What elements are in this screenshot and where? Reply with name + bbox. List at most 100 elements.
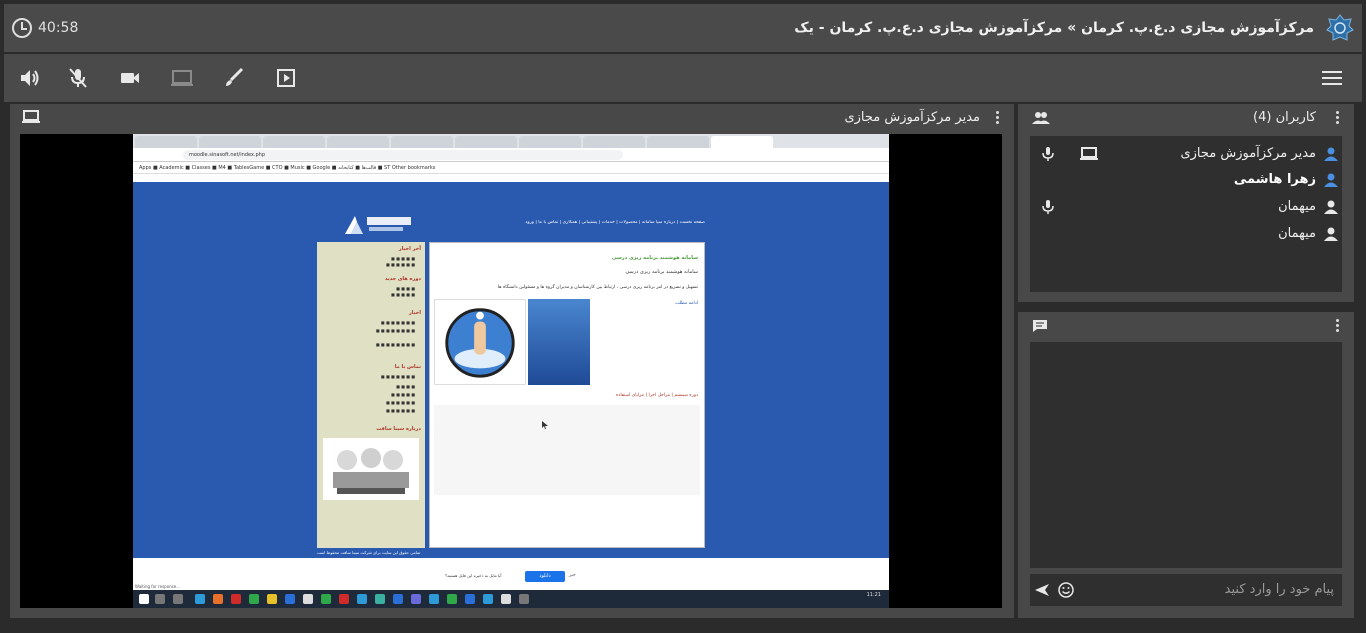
sidebar-heading: اخبار bbox=[408, 310, 421, 316]
top-bar: 40:58 مرکزآموزش مجازی د.ع.پ. کرمان » مرک… bbox=[4, 4, 1362, 52]
user-name: مدیر مرکزآموزش مجازی bbox=[1180, 146, 1316, 161]
users-panel: کاربران (4) مدیر مرکزآموزش مجازی زهرا ها… bbox=[1018, 104, 1354, 302]
shared-screen: moodle.sinasoft.net/index.php Apps ■ Aca… bbox=[20, 134, 1002, 608]
download-button: دانلود bbox=[525, 571, 565, 582]
room-title: مرکزآموزش مجازی د.ع.پ. کرمان » مرکزآموزش… bbox=[794, 20, 1314, 36]
app-icon bbox=[285, 594, 295, 604]
sidebar-line: ■ ■ ■ ■ ■ bbox=[391, 256, 415, 261]
download-question: آیا مایل به ذخیره این فایل هستید؟ bbox=[445, 573, 502, 578]
browser-tabs bbox=[133, 134, 889, 148]
settings-icon bbox=[519, 594, 529, 604]
sidebar-line: ■ ■ ■ ■ bbox=[396, 384, 415, 389]
share-options-icon[interactable] bbox=[996, 111, 1000, 125]
users-options-icon[interactable] bbox=[1336, 111, 1340, 125]
chat-panel: پیام خود را وارد کنید bbox=[1018, 312, 1354, 618]
camera-icon[interactable] bbox=[118, 66, 142, 90]
sidebar-line: ■ ■ ■ ■ ■ ■ bbox=[385, 262, 415, 267]
sidebar-line: ■ ■ ■ ■ ■ ■ bbox=[385, 408, 415, 413]
site-footer: تمامی حقوق این سایت برای شرکت سینا سافت … bbox=[317, 550, 421, 555]
toolbar bbox=[4, 54, 1362, 102]
app-icon bbox=[483, 594, 493, 604]
content-tabs: دوره سیستم | مراحل اجرا | مزایای استفاده bbox=[615, 393, 698, 398]
mic-muted-icon[interactable] bbox=[66, 66, 90, 90]
website-background: صفحه نخست | درباره سپا سامانه | محصولات … bbox=[133, 182, 889, 558]
user-row[interactable]: زهرا هاشمی bbox=[1030, 168, 1342, 192]
sidebar-line: ■ ■ ■ ■ ■ ■ ■ ■ bbox=[375, 342, 415, 347]
browser-address-bar: moodle.sinasoft.net/index.php bbox=[133, 148, 889, 162]
browser-tab bbox=[519, 136, 581, 148]
browser-tab bbox=[455, 136, 517, 148]
site-sidebar: آخر اخبار ■ ■ ■ ■ ■ ■ ■ ■ ■ ■ ■ دوره های… bbox=[317, 242, 425, 548]
url-field: moodle.sinasoft.net/index.php bbox=[183, 150, 623, 160]
sidebar-heading: درباره سینا سافت bbox=[376, 426, 421, 432]
download-bar: آیا مایل به ذخیره این فایل هستید؟ دانلود… bbox=[133, 558, 889, 590]
status-text: Waiting for response... bbox=[135, 584, 181, 589]
send-icon[interactable] bbox=[1034, 582, 1050, 598]
sidebar-line: ■ ■ ■ ■ ■ ■ ■ ■ bbox=[375, 328, 415, 333]
presenter-name: مدیر مرکزآموزش مجازی bbox=[844, 110, 980, 125]
menu-icon[interactable] bbox=[1322, 70, 1342, 86]
share-header: مدیر مرکزآموزش مجازی bbox=[10, 104, 1014, 130]
bookmarks-bar: Apps ■ Academic ■ Classes ■ M4 ■ TablesG… bbox=[133, 162, 889, 174]
app-icon bbox=[321, 594, 331, 604]
user-name: زهرا هاشمی bbox=[1233, 172, 1316, 187]
users-count: کاربران (4) bbox=[1253, 110, 1316, 125]
windows-taskbar: 11:21 bbox=[133, 590, 889, 608]
browser-tab bbox=[135, 136, 197, 148]
app-icon bbox=[357, 594, 367, 604]
app-logo-icon bbox=[1326, 14, 1354, 41]
mouse-cursor-icon bbox=[542, 421, 548, 429]
chat-messages bbox=[1030, 342, 1342, 568]
brush-icon[interactable] bbox=[222, 66, 246, 90]
read-more-link: ادامه مطلب bbox=[675, 301, 698, 306]
site-logo-icon bbox=[345, 216, 411, 234]
user-icon bbox=[1324, 227, 1338, 241]
app-icon bbox=[231, 594, 241, 604]
screen-share-icon[interactable] bbox=[170, 66, 194, 90]
browser-tab-active bbox=[711, 136, 773, 148]
browser-tab bbox=[647, 136, 709, 148]
user-name: میهمان bbox=[1278, 199, 1316, 214]
site-main-area: سامانه هوشمند برنامه ریزی درسی سامانه هو… bbox=[429, 242, 705, 548]
sidebar-line: ■ ■ ■ ■ bbox=[396, 286, 415, 291]
user-row[interactable]: میهمان bbox=[1030, 195, 1342, 219]
timer-value: 40:58 bbox=[38, 20, 79, 36]
app-icon bbox=[195, 594, 205, 604]
user-icon bbox=[1324, 173, 1338, 187]
chat-options-icon[interactable] bbox=[1336, 319, 1340, 333]
user-name: میهمان bbox=[1278, 226, 1316, 241]
screen-share-icon bbox=[1080, 147, 1098, 160]
mic-icon bbox=[1042, 147, 1054, 161]
speaker-icon[interactable] bbox=[18, 66, 42, 90]
emoji-icon[interactable] bbox=[1058, 582, 1074, 598]
user-icon bbox=[1324, 200, 1338, 214]
shared-browser-window: moodle.sinasoft.net/index.php Apps ■ Aca… bbox=[133, 134, 889, 608]
play-icon[interactable] bbox=[274, 66, 298, 90]
users-icon bbox=[1032, 112, 1050, 124]
support-illustration bbox=[323, 438, 419, 500]
clock-icon bbox=[12, 18, 32, 38]
sidebar-heading: دوره های جدید bbox=[384, 276, 421, 282]
taskbar-clock: 11:21 bbox=[866, 592, 881, 598]
start-icon bbox=[139, 594, 149, 604]
browser-tab bbox=[263, 136, 325, 148]
sidebar-line: ■ ■ ■ ■ ■ bbox=[391, 292, 415, 297]
screen-share-panel: مدیر مرکزآموزش مجازی moodle.sinasoft.net… bbox=[10, 104, 1014, 618]
main-subheading: سامانه هوشمند برنامه ریزی درسی bbox=[625, 269, 698, 275]
chat-input[interactable]: پیام خود را وارد کنید bbox=[1030, 574, 1342, 606]
mic-icon bbox=[1042, 200, 1054, 214]
sidebar-line: ■ ■ ■ ■ ■ ■ ■ bbox=[380, 374, 415, 379]
banner-image bbox=[528, 299, 590, 385]
main-description: تسهیل و تسریع در امر برنامه ریزی درسی ، … bbox=[497, 285, 698, 290]
sidebar-line: ■ ■ ■ ■ ■ ■ bbox=[385, 400, 415, 405]
monitor-icon[interactable] bbox=[22, 110, 40, 124]
chat-placeholder: پیام خود را وارد کنید bbox=[1224, 582, 1334, 597]
user-row[interactable]: میهمان bbox=[1030, 222, 1342, 246]
hand-image bbox=[434, 299, 526, 385]
user-icon bbox=[1324, 147, 1338, 161]
app-icon bbox=[303, 594, 313, 604]
app-icon bbox=[375, 594, 385, 604]
browser-tab bbox=[327, 136, 389, 148]
user-row[interactable]: مدیر مرکزآموزش مجازی bbox=[1030, 142, 1342, 166]
app-icon bbox=[249, 594, 259, 604]
